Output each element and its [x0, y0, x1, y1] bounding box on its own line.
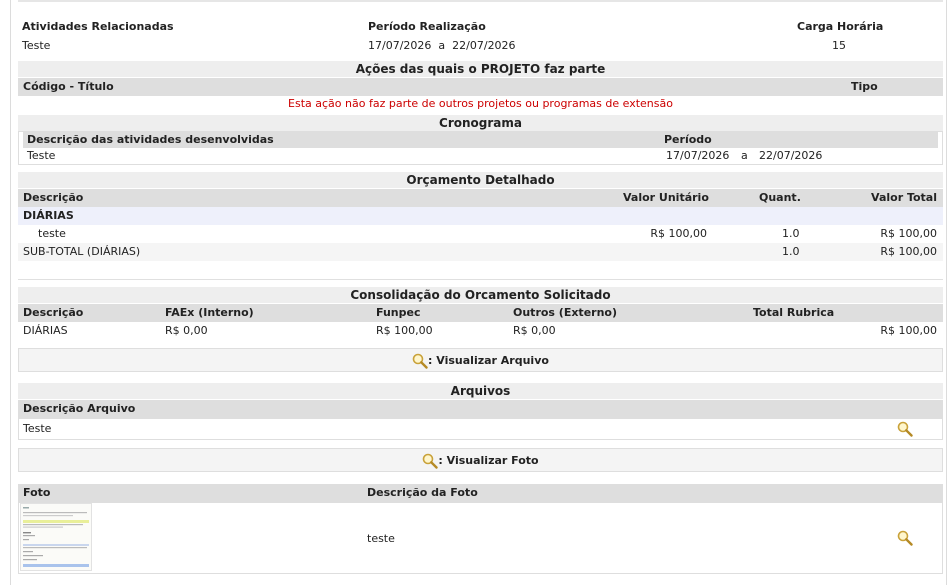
file-legend-label: : Visualizar Arquivo — [428, 354, 549, 367]
cons-total: R$ 100,00 — [880, 324, 937, 337]
actions-header-row: Código - Título Tipo — [18, 78, 943, 96]
col-quantity: Quant. — [759, 191, 801, 204]
budget-group-label: DIÁRIAS — [23, 209, 74, 222]
col-funpec: Funpec — [376, 306, 421, 319]
period-separator: a — [438, 39, 446, 52]
schedule-start: 17/07/2026 — [666, 149, 730, 162]
table-row: teste R$ 100,00 1.0 R$ 100,00 — [18, 225, 943, 243]
hours-header: Carga Horária — [797, 20, 884, 33]
col-total-rubrica: Total Rubrica — [753, 306, 835, 319]
col-outros: Outros (Externo) — [513, 306, 617, 319]
budget-item-desc: teste — [38, 227, 66, 240]
col-unit-value: Valor Unitário — [623, 191, 709, 204]
schedule-title: Cronograma — [18, 115, 943, 131]
photo-thumbnail[interactable] — [20, 503, 92, 571]
view-file-magnifier-icon[interactable] — [897, 421, 913, 437]
schedule-table: Descrição das atividades desenvolvidas P… — [18, 131, 943, 165]
cons-desc: DIÁRIAS — [23, 324, 68, 337]
actions-title: Ações das quais o PROJETO faz parte — [18, 61, 943, 77]
budget-header-row: Descrição Valor Unitário Quant. Valor To… — [18, 189, 943, 207]
schedule-header-row: Descrição das atividades desenvolvidas P… — [23, 132, 938, 148]
hours-value: 15 — [832, 39, 846, 52]
magnifier-icon — [412, 353, 428, 369]
col-cons-desc: Descrição — [23, 306, 84, 319]
consolidation-header-row: Descrição FAEx (Interno) Funpec Outros (… — [18, 304, 943, 322]
files-title: Arquivos — [18, 383, 943, 399]
col-faex: FAEx (Interno) — [165, 306, 254, 319]
budget-item-unit: R$ 100,00 — [650, 227, 707, 240]
file-desc: Teste — [23, 422, 52, 435]
col-description: Descrição — [23, 191, 84, 204]
period-end: 22/07/2026 — [452, 39, 516, 52]
cons-funpec: R$ 100,00 — [376, 324, 433, 337]
file-legend: : Visualizar Arquivo — [18, 348, 943, 372]
col-total-value: Valor Total — [871, 191, 937, 204]
budget-subtotal-total: R$ 100,00 — [880, 245, 937, 258]
actions-empty-message: Esta ação não faz parte de outros projet… — [288, 97, 673, 110]
cons-faex: R$ 0,00 — [165, 324, 208, 337]
col-photo: Foto — [23, 486, 51, 499]
col-type: Tipo — [851, 80, 878, 93]
budget-spacer — [18, 261, 943, 280]
col-activities-desc: Descrição das atividades desenvolvidas — [27, 133, 274, 146]
photo-legend-label: : Visualizar Foto — [438, 454, 539, 467]
budget-item-total: R$ 100,00 — [880, 227, 937, 240]
cons-outros: R$ 0,00 — [513, 324, 556, 337]
period-header: Período Realização — [368, 20, 486, 33]
schedule-desc: Teste — [27, 149, 56, 162]
activities-header: Atividades Relacionadas — [22, 20, 174, 33]
photo-legend: : Visualizar Foto — [18, 448, 943, 472]
table-row: DIÁRIAS R$ 0,00 R$ 100,00 R$ 0,00 R$ 100… — [18, 322, 943, 340]
photos-header-row: Foto Descrição da Foto — [18, 484, 943, 502]
table-row: Teste 17/07/2026 a 22/07/2026 — [23, 148, 938, 164]
col-code-title: Código - Título — [23, 80, 114, 93]
schedule-end: 22/07/2026 — [759, 149, 823, 162]
budget-subtotal-row: SUB-TOTAL (DIÁRIAS) 1.0 R$ 100,00 — [18, 243, 943, 261]
table-row: teste — [18, 502, 943, 574]
files-header-row: Descrição Arquivo — [18, 400, 943, 418]
period-value: 17/07/2026 a 22/07/2026 — [368, 39, 516, 52]
magnifier-icon — [422, 453, 439, 469]
budget-subtotal-qty: 1.0 — [782, 245, 800, 258]
budget-item-qty: 1.0 — [782, 227, 800, 240]
col-file-desc: Descrição Arquivo — [23, 402, 136, 415]
schedule-separator: a — [741, 149, 748, 162]
budget-group-row: DIÁRIAS — [18, 207, 943, 225]
period-start: 17/07/2026 — [368, 39, 432, 52]
view-photo-magnifier-icon[interactable] — [897, 530, 913, 546]
activities-value: Teste — [22, 39, 51, 52]
col-photo-desc: Descrição da Foto — [367, 486, 478, 499]
consolidation-title: Consolidação do Orcamento Solicitado — [18, 287, 943, 303]
photo-desc: teste — [367, 532, 395, 545]
top-divider — [18, 0, 943, 2]
budget-subtotal-desc: SUB-TOTAL (DIÁRIAS) — [23, 245, 141, 258]
budget-title: Orçamento Detalhado — [18, 172, 943, 188]
table-row: Teste — [18, 418, 943, 440]
col-period: Período — [664, 133, 712, 146]
